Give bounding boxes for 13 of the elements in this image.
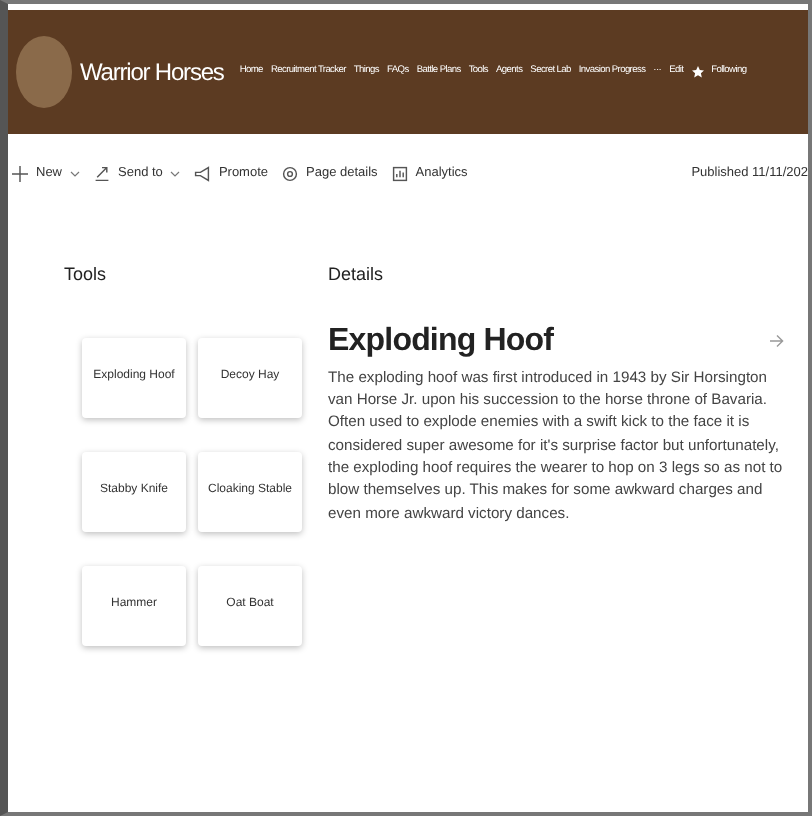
detail-title: Exploding Hoof <box>328 321 554 361</box>
plus-icon <box>12 166 28 182</box>
send-icon <box>94 166 111 182</box>
arrow-icon[interactable] <box>770 334 784 348</box>
section-heading: Details <box>328 262 386 288</box>
gear-icon <box>282 166 299 182</box>
megaphone-icon <box>194 166 211 182</box>
chevron-down-icon[interactable] <box>70 170 81 178</box>
section-heading: Tools <box>64 262 109 288</box>
star-icon <box>691 66 704 78</box>
chart-icon <box>391 166 408 182</box>
site-title[interactable]: Warrior Horses <box>80 54 224 90</box>
chevron-down-icon[interactable] <box>170 170 181 178</box>
